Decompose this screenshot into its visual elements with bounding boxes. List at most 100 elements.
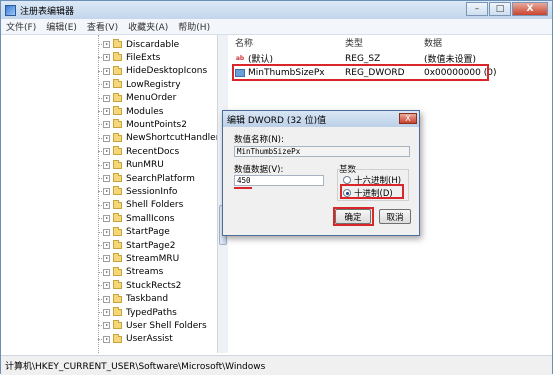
expand-arrow-icon[interactable] bbox=[103, 148, 110, 156]
value-data-input[interactable]: 450 bbox=[234, 175, 324, 186]
expand-arrow-icon[interactable] bbox=[103, 134, 110, 142]
tree-connector bbox=[98, 338, 102, 340]
maximize-button[interactable]: □ bbox=[489, 2, 511, 16]
tree-item[interactable]: SearchPlatform bbox=[98, 172, 195, 185]
value-name-field[interactable]: MinThumbSizePx bbox=[234, 146, 410, 157]
menu-edit[interactable]: 编辑(E) bbox=[41, 20, 82, 33]
tree-connector bbox=[98, 44, 102, 45]
expand-arrow-icon[interactable] bbox=[103, 255, 110, 263]
folder-icon bbox=[113, 65, 122, 75]
tree-item[interactable]: Shell Folders bbox=[98, 199, 183, 212]
tree-item-label: MountPoints2 bbox=[126, 119, 187, 130]
tree-item[interactable]: Taskband bbox=[98, 293, 169, 306]
tree-item-label: Modules bbox=[126, 106, 164, 117]
folder-icon bbox=[113, 106, 122, 115]
tree-item[interactable]: HideDesktopIcons bbox=[98, 65, 208, 78]
expand-arrow-icon[interactable] bbox=[103, 335, 110, 343]
tree-item[interactable]: StartPage2 bbox=[98, 239, 176, 252]
tree-item[interactable]: MenuOrder bbox=[98, 92, 176, 105]
expand-arrow-icon[interactable] bbox=[103, 295, 110, 303]
tree-connector bbox=[98, 218, 102, 220]
folder-icon bbox=[113, 293, 122, 303]
tree-item[interactable]: StreamMRU bbox=[98, 252, 180, 265]
expand-arrow-icon[interactable] bbox=[103, 67, 110, 75]
column-header-name[interactable]: 名称 bbox=[235, 35, 253, 49]
window-title: 注册表编辑器 bbox=[20, 6, 75, 17]
column-header-type[interactable]: 类型 bbox=[345, 35, 363, 49]
folder-icon bbox=[113, 253, 122, 263]
expand-arrow-icon[interactable] bbox=[103, 94, 110, 102]
expand-arrow-icon[interactable] bbox=[103, 41, 110, 48]
folder-icon bbox=[113, 266, 122, 276]
tree-item[interactable]: UserAssist bbox=[98, 333, 173, 346]
expand-arrow-icon[interactable] bbox=[103, 215, 110, 223]
tree-item[interactable]: StartPage bbox=[98, 226, 170, 239]
tree-item-label: HideDesktopIcons bbox=[126, 66, 208, 77]
folder-icon bbox=[113, 39, 122, 48]
folder-icon bbox=[113, 226, 122, 236]
tree-item[interactable]: StuckRects2 bbox=[98, 279, 182, 292]
expand-arrow-icon[interactable] bbox=[103, 268, 110, 276]
menu-bar: 文件(F) 编辑(E) 查看(V) 收藏夹(A) 帮助(H) bbox=[1, 19, 552, 35]
tree-item[interactable]: Modules bbox=[98, 105, 164, 118]
expand-arrow-icon[interactable] bbox=[103, 322, 110, 330]
tree-connector bbox=[98, 245, 102, 246]
expand-arrow-icon[interactable] bbox=[103, 228, 110, 236]
tree-item[interactable]: Streams bbox=[98, 266, 163, 279]
tree-item[interactable]: Discardable bbox=[98, 38, 179, 51]
tree-item[interactable]: SmallIcons bbox=[98, 212, 175, 225]
folder-icon bbox=[113, 199, 122, 209]
title-bar[interactable]: 注册表编辑器 – □ X bbox=[1, 1, 552, 19]
tree-guide-line bbox=[98, 35, 100, 353]
folder-icon bbox=[113, 320, 122, 330]
cancel-button[interactable]: 取消 bbox=[379, 209, 411, 224]
regedit-app-icon bbox=[5, 4, 16, 16]
tree-connector bbox=[98, 137, 102, 139]
menu-help[interactable]: 帮助(H) bbox=[173, 20, 215, 33]
value-data-label: 数值数据(V): bbox=[234, 165, 284, 175]
close-button[interactable]: X bbox=[512, 2, 548, 16]
dialog-title-bar[interactable]: 编辑 DWORD (32 位)值 X bbox=[223, 111, 419, 127]
expand-arrow-icon[interactable] bbox=[103, 242, 110, 249]
expand-arrow-icon[interactable] bbox=[103, 175, 110, 182]
folder-icon bbox=[113, 333, 122, 343]
tree-item[interactable]: LowRegistry bbox=[98, 78, 181, 91]
menu-view[interactable]: 查看(V) bbox=[82, 20, 123, 33]
expand-arrow-icon[interactable] bbox=[103, 309, 110, 316]
tree-item[interactable]: TypedPaths bbox=[98, 306, 177, 319]
tree-item[interactable]: RecentDocs bbox=[98, 145, 179, 158]
tree-item-label: StreamMRU bbox=[126, 253, 180, 264]
highlight-box-value-row bbox=[232, 64, 489, 81]
expand-arrow-icon[interactable] bbox=[103, 282, 110, 290]
menu-favorites[interactable]: 收藏夹(A) bbox=[123, 20, 173, 33]
tree-item[interactable]: SessionInfo bbox=[98, 185, 178, 198]
tree-item[interactable]: RunMRU bbox=[98, 159, 164, 172]
registry-tree[interactable]: Discardable FileExts HideDesktopIcons LowRe… bbox=[1, 35, 219, 353]
edit-dword-dialog: 编辑 DWORD (32 位)值 X 数值名称(N): MinThumbSize… bbox=[222, 110, 420, 236]
expand-arrow-icon[interactable] bbox=[103, 161, 110, 169]
tree-connector bbox=[98, 97, 102, 99]
dialog-close-button[interactable]: X bbox=[399, 113, 417, 124]
tree-item[interactable]: FileExts bbox=[98, 51, 160, 64]
folder-icon bbox=[113, 132, 122, 142]
tree-item-label: SessionInfo bbox=[126, 186, 178, 197]
tree-item-label: Taskband bbox=[126, 294, 169, 305]
expand-arrow-icon[interactable] bbox=[103, 188, 110, 196]
column-header-data[interactable]: 数据 bbox=[424, 35, 442, 49]
tree-item[interactable]: User Shell Folders bbox=[98, 319, 207, 332]
folder-icon bbox=[113, 79, 122, 89]
tree-connector bbox=[98, 312, 102, 313]
expand-arrow-icon[interactable] bbox=[103, 121, 110, 129]
tree-item[interactable]: NewShortcutHandlers bbox=[98, 132, 219, 145]
expand-arrow-icon[interactable] bbox=[103, 201, 110, 209]
tree-item-label: SmallIcons bbox=[126, 213, 175, 224]
tree-connector bbox=[98, 271, 102, 273]
menu-file[interactable]: 文件(F) bbox=[1, 20, 41, 33]
expand-arrow-icon[interactable] bbox=[103, 54, 110, 62]
tree-item-label: User Shell Folders bbox=[126, 320, 207, 331]
tree-item-label: StuckRects2 bbox=[126, 280, 182, 291]
expand-arrow-icon[interactable] bbox=[103, 81, 110, 89]
expand-arrow-icon[interactable] bbox=[103, 108, 110, 115]
tree-item[interactable]: MountPoints2 bbox=[98, 118, 187, 131]
minimize-button[interactable]: – bbox=[466, 2, 488, 16]
